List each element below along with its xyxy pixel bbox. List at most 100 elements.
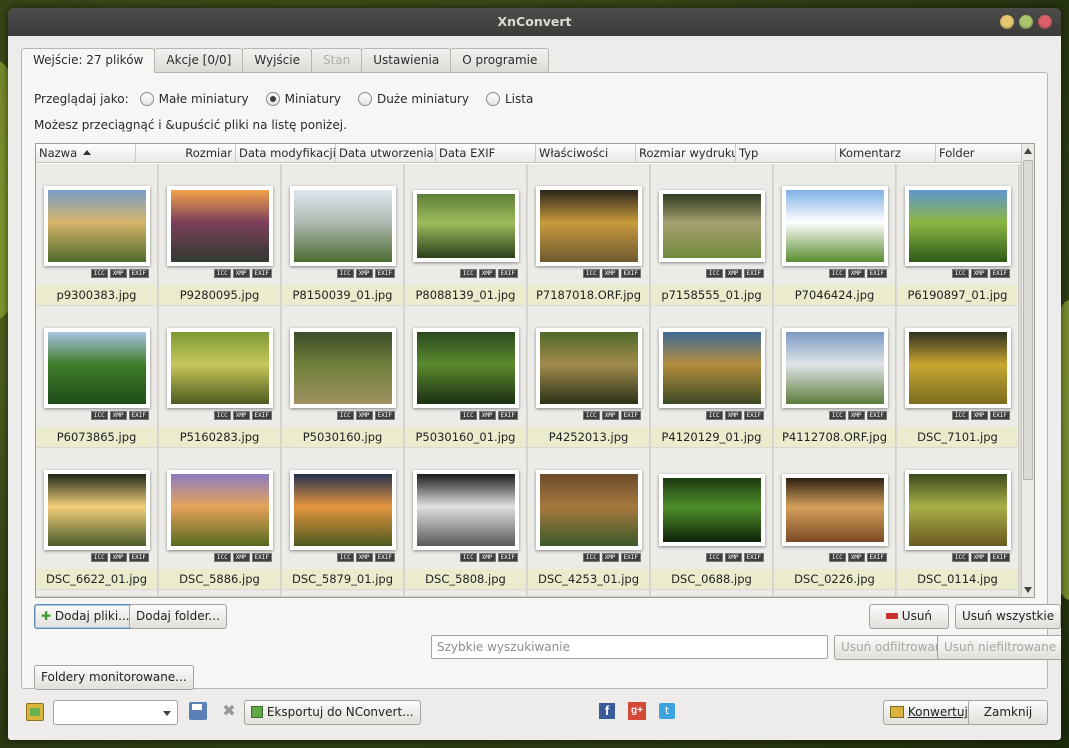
- thumbnail-item[interactable]: ICC XMP EXIF P5030160.jpg: [282, 306, 404, 447]
- metadata-badges: ICC XMP EXIF: [459, 269, 518, 278]
- thumbnail-item[interactable]: ICC XMP EXIF P9280095.jpg: [159, 164, 281, 305]
- tab-output[interactable]: Wyjście: [242, 48, 312, 72]
- scroll-down-icon[interactable]: [1024, 587, 1032, 593]
- metadata-badge-icc: ICC: [582, 411, 600, 420]
- metadata-badge-exif: EXIF: [743, 553, 764, 562]
- metadata-badge-exif: EXIF: [743, 411, 764, 420]
- quick-search-input[interactable]: Szybkie wyszukiwanie: [431, 635, 828, 659]
- column-header-folder[interactable]: Folder: [936, 144, 1022, 162]
- metadata-badge-exif: EXIF: [251, 269, 272, 278]
- photo-frame: [412, 328, 519, 408]
- facebook-icon[interactable]: f: [599, 703, 615, 719]
- radio-large-thumbnails[interactable]: [357, 92, 372, 106]
- thumbnail-item-partial[interactable]: [774, 590, 896, 597]
- scroll-up-icon[interactable]: [1024, 148, 1032, 154]
- photo-thumbnail: [785, 190, 884, 262]
- add-folder-button[interactable]: Dodaj folder...: [129, 604, 227, 629]
- thumbnail-item[interactable]: ICC XMP EXIF P8150039_01.jpg: [282, 164, 404, 305]
- thumbnail-item[interactable]: ICC XMP EXIF P7187018.ORF.jpg: [528, 164, 650, 305]
- thumbnail-item[interactable]: ICC XMP EXIF P6073865.jpg: [36, 306, 158, 447]
- thumbnail-item-partial[interactable]: [651, 590, 773, 597]
- column-header-properties[interactable]: Właściwości: [536, 144, 636, 162]
- thumbnail-item-partial[interactable]: [159, 590, 281, 597]
- thumbnail-item[interactable]: ICC XMP EXIF P4252013.jpg: [528, 306, 650, 447]
- convert-button[interactable]: Konwertuj: [883, 700, 975, 725]
- thumbnail-item[interactable]: ICC XMP EXIF p9300383.jpg: [36, 164, 158, 305]
- photo-thumbnail: [47, 332, 146, 404]
- radio-small-thumbnails[interactable]: [139, 92, 154, 106]
- file-name: DSC_7101.jpg: [897, 427, 1018, 447]
- preset-dropdown[interactable]: [53, 700, 178, 725]
- metadata-badges: ICC XMP EXIF: [336, 269, 395, 278]
- tab-settings[interactable]: Ustawienia: [361, 48, 452, 72]
- thumbnail-item[interactable]: ICC XMP EXIF P6190897_01.jpg: [897, 164, 1019, 305]
- thumbnail-item[interactable]: ICC XMP EXIF P7046424.jpg: [774, 164, 896, 305]
- thumbnail-item-partial[interactable]: [282, 590, 404, 597]
- file-name: DSC_0688.jpg: [651, 569, 772, 589]
- tab-actions[interactable]: Akcje [0/0]: [154, 48, 244, 72]
- column-header-comment[interactable]: Komentarz: [836, 144, 936, 162]
- remove-unfiltered-button[interactable]: Usuń niefiltrowane: [937, 635, 1061, 660]
- tab-input[interactable]: Wejście: 27 plików: [21, 48, 156, 73]
- metadata-badge-xmp: XMP: [724, 269, 742, 278]
- radio-list[interactable]: [486, 92, 500, 106]
- remove-button[interactable]: Usuń: [869, 604, 949, 629]
- delete-icon[interactable]: ✖: [220, 702, 238, 720]
- metadata-badge-exif: EXIF: [497, 553, 518, 562]
- thumbnail-item-partial[interactable]: [528, 590, 650, 597]
- thumbnail-item[interactable]: ICC XMP EXIF DSC_0114.jpg: [897, 448, 1019, 589]
- column-header-exif-date[interactable]: Data EXIF: [436, 144, 536, 162]
- thumbnail-item[interactable]: ICC XMP EXIF P5160283.jpg: [159, 306, 281, 447]
- metadata-badges: ICC XMP EXIF: [213, 553, 272, 562]
- minimize-button[interactable]: [1000, 15, 1014, 29]
- thumbnail-item[interactable]: ICC XMP EXIF DSC_7101.jpg: [897, 306, 1019, 447]
- column-header-type[interactable]: Typ: [736, 144, 836, 162]
- thumbnail-item-partial[interactable]: [36, 590, 158, 597]
- twitter-icon[interactable]: t: [659, 703, 675, 719]
- thumbnail-item[interactable]: ICC XMP EXIF DSC_6622_01.jpg: [36, 448, 158, 589]
- metadata-badge-xmp: XMP: [232, 411, 250, 420]
- photo-thumbnail: [785, 478, 884, 542]
- save-icon[interactable]: [189, 702, 207, 720]
- metadata-badge-xmp: XMP: [232, 553, 250, 562]
- tab-about[interactable]: O programie: [450, 48, 550, 72]
- metadata-badge-icc: ICC: [705, 269, 723, 278]
- thumbnail-item[interactable]: ICC XMP EXIF DSC_0226.jpg: [774, 448, 896, 589]
- close-window-button[interactable]: [1038, 15, 1052, 29]
- monitored-folders-button[interactable]: Foldery monitorowane...: [34, 665, 194, 690]
- thumbnail-item-partial[interactable]: [405, 590, 527, 597]
- thumbnail-item[interactable]: ICC XMP EXIF DSC_4253_01.jpg: [528, 448, 650, 589]
- scrollbar-thumb[interactable]: [1023, 160, 1033, 480]
- tab-status[interactable]: Stan: [310, 48, 363, 72]
- column-header-print-size[interactable]: Rozmiar wydruku: [636, 144, 736, 162]
- google-plus-icon[interactable]: g+: [628, 702, 646, 720]
- thumbnail-item[interactable]: ICC XMP EXIF DSC_5808.jpg: [405, 448, 527, 589]
- vertical-scrollbar[interactable]: [1021, 144, 1034, 597]
- column-header-size[interactable]: Rozmiar: [136, 144, 236, 162]
- column-header-name[interactable]: Nazwa: [36, 144, 136, 162]
- radio-thumbnails[interactable]: [265, 92, 280, 106]
- thumbnail-item[interactable]: ICC XMP EXIF P4120129_01.jpg: [651, 306, 773, 447]
- metadata-badge-exif: EXIF: [620, 411, 641, 420]
- export-nconvert-button[interactable]: Eksportuj do NConvert...: [244, 700, 421, 725]
- thumbnail-item[interactable]: ICC XMP EXIF p7158555_01.jpg: [651, 164, 773, 305]
- add-files-button[interactable]: ✚ Dodaj pliki...: [34, 604, 137, 629]
- remove-all-button[interactable]: Usuń wszystkie: [955, 604, 1061, 629]
- file-name: P9280095.jpg: [159, 285, 280, 305]
- column-header-created[interactable]: Data utworzenia: [336, 144, 436, 162]
- thumbnail-item[interactable]: ICC XMP EXIF P4112708.ORF.jpg: [774, 306, 896, 447]
- file-name: P4252013.jpg: [528, 427, 649, 447]
- metadata-badge-xmp: XMP: [478, 553, 496, 562]
- file-name: P5160283.jpg: [159, 427, 280, 447]
- thumbnail-item[interactable]: ICC XMP EXIF DSC_5886.jpg: [159, 448, 281, 589]
- column-header-modified[interactable]: Data modyfikacji: [236, 144, 336, 162]
- thumbnail-item[interactable]: ICC XMP EXIF DSC_0688.jpg: [651, 448, 773, 589]
- thumbnail-item[interactable]: ICC XMP EXIF P5030160_01.jpg: [405, 306, 527, 447]
- thumbnail-item[interactable]: ICC XMP EXIF DSC_5879_01.jpg: [282, 448, 404, 589]
- folder-icon[interactable]: [26, 703, 44, 721]
- close-button[interactable]: Zamknij: [968, 700, 1048, 725]
- thumbnail-item-partial[interactable]: [897, 590, 1019, 597]
- thumbnail-item[interactable]: ICC XMP EXIF P8088139_01.jpg: [405, 164, 527, 305]
- maximize-button[interactable]: [1019, 15, 1033, 29]
- photo-frame: [289, 186, 396, 266]
